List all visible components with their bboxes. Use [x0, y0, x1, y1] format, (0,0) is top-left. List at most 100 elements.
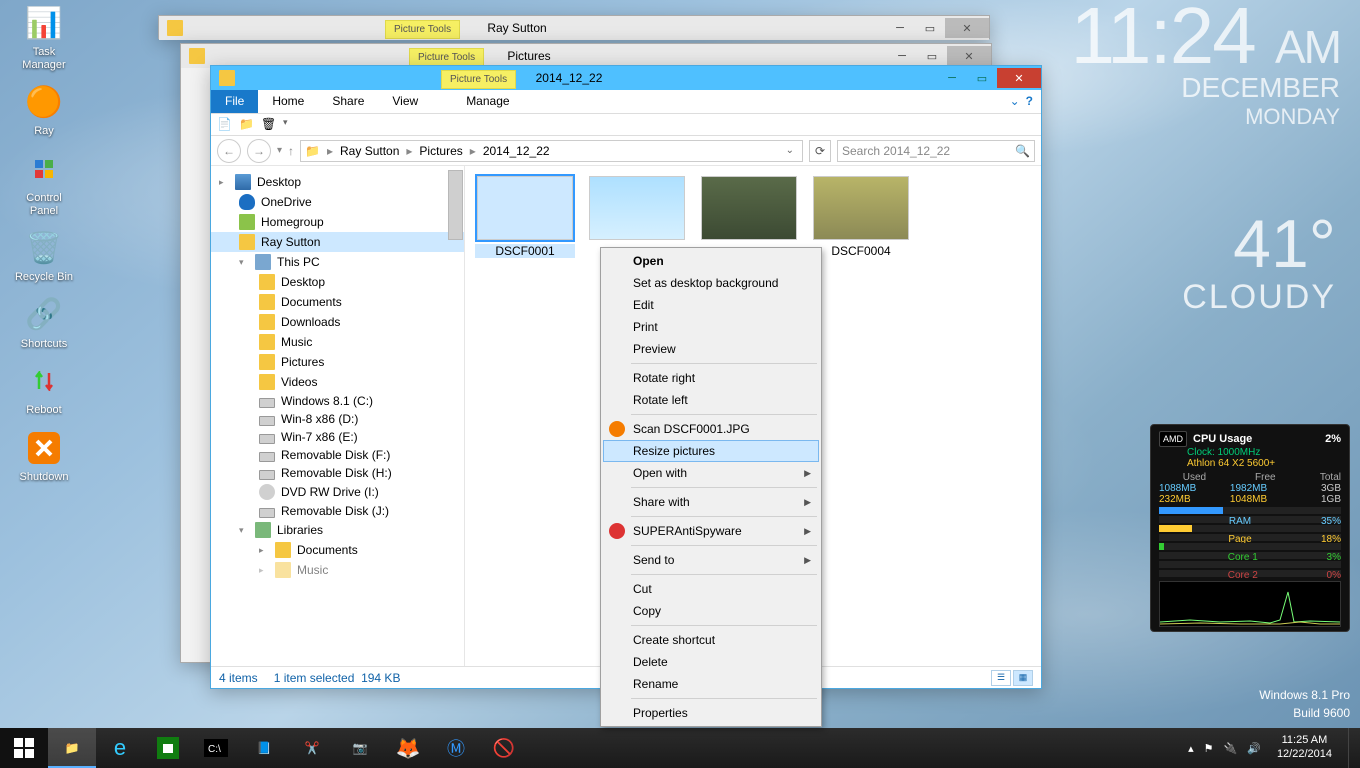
menu-create-shortcut[interactable]: Create shortcut: [603, 629, 819, 651]
menu-properties[interactable]: Properties: [603, 702, 819, 724]
tab-view[interactable]: View: [378, 90, 432, 113]
menu-cut[interactable]: Cut: [603, 578, 819, 600]
nav-videos[interactable]: Videos: [211, 372, 464, 392]
view-thumb-button[interactable]: ▦: [1013, 670, 1033, 686]
nav-pane[interactable]: ▸Desktop OneDrive Homegroup Ray Sutton ▾…: [211, 166, 465, 666]
view-details-button[interactable]: ☰: [991, 670, 1011, 686]
nav-drive-j[interactable]: Removable Disk (J:): [211, 502, 464, 520]
nav-drive-i[interactable]: DVD RW Drive (I:): [211, 482, 464, 502]
back-button[interactable]: ←: [217, 139, 241, 163]
menu-delete[interactable]: Delete: [603, 651, 819, 673]
taskbar-camera[interactable]: 📷: [336, 728, 384, 768]
breadcrumb-item[interactable]: Ray Sutton: [340, 144, 399, 158]
maximize-button[interactable]: ▭: [915, 18, 945, 38]
menu-share-with[interactable]: Share with▶: [603, 491, 819, 513]
close-button[interactable]: ✕: [947, 46, 991, 66]
address-dropdown-icon[interactable]: ⌄: [782, 145, 798, 156]
picture-tools-tab[interactable]: Picture Tools: [441, 70, 516, 89]
bg-window-ray-sutton[interactable]: Ray Sutton ─ ▭ ✕ Picture Tools: [158, 15, 990, 39]
nav-music[interactable]: Music: [211, 332, 464, 352]
maximize-button[interactable]: ▭: [967, 68, 997, 88]
menu-open-with[interactable]: Open with▶: [603, 462, 819, 484]
nav-pictures[interactable]: Pictures: [211, 352, 464, 372]
new-folder-icon[interactable]: 📁: [239, 117, 255, 133]
nav-drive-c[interactable]: Windows 8.1 (C:): [211, 392, 464, 410]
menu-send-to[interactable]: Send to▶: [603, 549, 819, 571]
tray-flag-icon[interactable]: ⚑: [1204, 742, 1214, 755]
menu-print[interactable]: Print: [603, 316, 819, 338]
address-bar[interactable]: 📁▸ Ray Sutton▸ Pictures▸ 2014_12_22 ⌄: [300, 140, 803, 162]
nav-homegroup[interactable]: Homegroup: [211, 212, 464, 232]
search-input[interactable]: Search 2014_12_22 🔍: [837, 140, 1035, 162]
start-button[interactable]: [0, 728, 48, 768]
nav-drive-e[interactable]: Win-7 x86 (E:): [211, 428, 464, 446]
nav-pc-desktop[interactable]: Desktop: [211, 272, 464, 292]
cpu-gadget[interactable]: AMD CPU Usage 2% Clock: 1000MHz Athlon 6…: [1150, 424, 1350, 632]
desktop-icon-ray[interactable]: 🟠 Ray: [6, 81, 82, 138]
taskbar-sas[interactable]: 🚫: [480, 728, 528, 768]
file-thumb-dscf0003[interactable]: [699, 176, 799, 258]
nav-onedrive[interactable]: OneDrive: [211, 192, 464, 212]
menu-preview[interactable]: Preview: [603, 338, 819, 360]
nav-lib-documents[interactable]: ▸Documents: [211, 540, 464, 560]
taskbar-cmd[interactable]: C:\: [192, 728, 240, 768]
desktop-icon-recycle-bin[interactable]: 🗑️ Recycle Bin: [6, 227, 82, 284]
show-desktop-button[interactable]: [1348, 728, 1356, 768]
nav-downloads[interactable]: Downloads: [211, 312, 464, 332]
file-thumb-dscf0001[interactable]: DSCF0001: [475, 176, 575, 258]
menu-rotate-left[interactable]: Rotate left: [603, 389, 819, 411]
tray-power-icon[interactable]: 🔌: [1224, 742, 1238, 755]
file-thumb-dscf0004[interactable]: DSCF0004: [811, 176, 911, 258]
tray-up-icon[interactable]: ▴: [1188, 742, 1194, 755]
breadcrumb-item[interactable]: 2014_12_22: [483, 144, 550, 158]
menu-rename[interactable]: Rename: [603, 673, 819, 695]
forward-button[interactable]: →: [247, 139, 271, 163]
qat-dropdown-icon[interactable]: ▾: [283, 117, 299, 133]
delete-icon[interactable]: 🗑: [261, 117, 277, 133]
minimize-button[interactable]: ─: [887, 46, 917, 66]
nav-ray-sutton[interactable]: Ray Sutton: [211, 232, 464, 252]
nav-documents[interactable]: Documents: [211, 292, 464, 312]
expand-ribbon-icon[interactable]: ⌄: [1010, 94, 1020, 109]
up-button[interactable]: ↑: [288, 144, 294, 158]
tab-manage[interactable]: Manage: [452, 90, 523, 113]
menu-resize-pictures[interactable]: Resize pictures: [603, 440, 819, 462]
taskbar-explorer[interactable]: 📁: [48, 728, 96, 768]
minimize-button[interactable]: ─: [885, 18, 915, 38]
menu-edit[interactable]: Edit: [603, 294, 819, 316]
desktop-icon-reboot[interactable]: Reboot: [6, 360, 82, 417]
taskbar-app1[interactable]: 📘: [240, 728, 288, 768]
close-button[interactable]: ✕: [997, 68, 1041, 88]
tab-share[interactable]: Share: [318, 90, 378, 113]
nav-lib-music[interactable]: ▸Music: [211, 560, 464, 580]
close-button[interactable]: ✕: [945, 18, 989, 38]
menu-copy[interactable]: Copy: [603, 600, 819, 622]
maximize-button[interactable]: ▭: [917, 46, 947, 66]
tab-home[interactable]: Home: [258, 90, 318, 113]
nav-libraries[interactable]: ▾Libraries: [211, 520, 464, 540]
breadcrumb-item[interactable]: Pictures: [419, 144, 462, 158]
nav-this-pc[interactable]: ▾This PC: [211, 252, 464, 272]
menu-open[interactable]: Open: [603, 250, 819, 272]
scrollbar-thumb[interactable]: [448, 170, 463, 240]
refresh-button[interactable]: ⟳: [809, 140, 831, 162]
taskbar-ie[interactable]: e: [96, 728, 144, 768]
minimize-button[interactable]: ─: [937, 68, 967, 88]
history-dropdown-icon[interactable]: ▾: [277, 145, 282, 156]
tray-volume-icon[interactable]: 🔊: [1247, 742, 1261, 755]
nav-drive-h[interactable]: Removable Disk (H:): [211, 464, 464, 482]
taskbar-snip[interactable]: ✂️: [288, 728, 336, 768]
picture-tools-tab[interactable]: Picture Tools: [385, 20, 460, 39]
tray-clock[interactable]: 11:25 AM 12/22/2014: [1271, 734, 1338, 762]
tab-file[interactable]: File: [211, 90, 258, 113]
nav-desktop[interactable]: ▸Desktop: [211, 172, 464, 192]
nav-drive-d[interactable]: Win-8 x86 (D:): [211, 410, 464, 428]
menu-rotate-right[interactable]: Rotate right: [603, 367, 819, 389]
titlebar[interactable]: 2014_12_22 ─ ▭ ✕: [211, 66, 1041, 90]
menu-superantispyware[interactable]: SUPERAntiSpyware▶: [603, 520, 819, 542]
desktop-icon-shortcuts[interactable]: 🔗 Shortcuts: [6, 294, 82, 351]
menu-scan[interactable]: Scan DSCF0001.JPG: [603, 418, 819, 440]
desktop-icon-shutdown[interactable]: Shutdown: [6, 427, 82, 484]
nav-drive-f[interactable]: Removable Disk (F:): [211, 446, 464, 464]
taskbar-firefox[interactable]: 🦊: [384, 728, 432, 768]
